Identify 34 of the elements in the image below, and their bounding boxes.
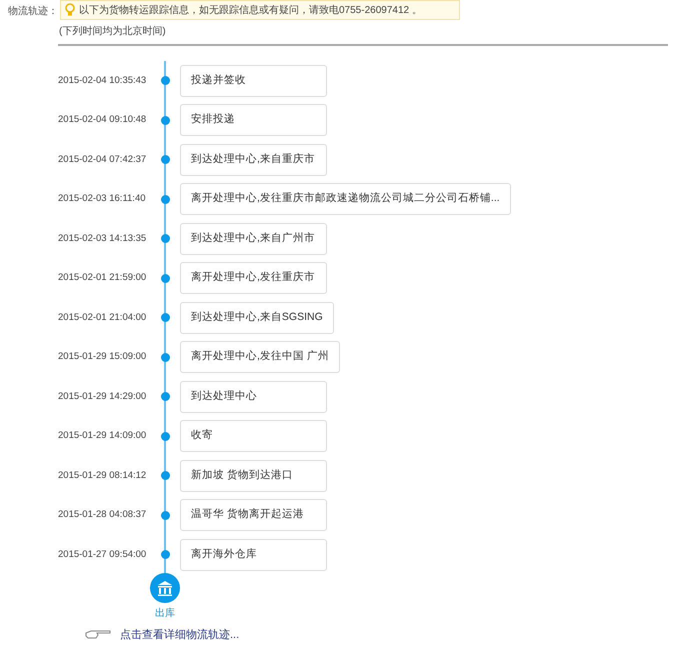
details-link[interactable]: 点击查看详细物流轨迹...	[120, 626, 240, 643]
section-label: 物流轨迹：	[8, 4, 58, 19]
event-card: 离开处理中心,发往重庆市邮政速递物流公司城二分公司石桥铺...	[180, 183, 511, 216]
event-card: 到达处理中心,来自重庆市	[180, 144, 327, 176]
event-time: 2015-01-29 14:29:00	[58, 390, 148, 404]
event-time: 2015-02-01 21:59:00	[58, 271, 148, 286]
event-card: 到达处理中心,来自SGSING	[180, 302, 334, 334]
event-time: 2015-01-29 08:14:12	[58, 468, 148, 483]
event-time: 2015-02-04 10:35:43	[58, 74, 148, 88]
event-card: 投递并签收	[180, 64, 327, 97]
event-card: 安排投递	[180, 104, 327, 136]
event-card: 离开海外仓库	[180, 538, 327, 571]
event-card: 到达处理中心,来自广州市	[180, 222, 327, 255]
event-time: 2015-02-03 16:11:40	[58, 192, 147, 206]
timezone-note: (下列时间均为北京时间)	[59, 24, 167, 39]
event-card: 到达处理中心	[180, 380, 327, 413]
event-time: 2015-02-04 07:42:37	[58, 152, 148, 167]
event-card: 离开处理中心,发往重庆市	[180, 262, 327, 294]
event-time: 2015-01-29 14:09:00	[58, 429, 148, 444]
event-card: 离开处理中心,发往中国 广州	[180, 341, 340, 374]
event-time: 2015-01-27 09:54:00	[58, 548, 148, 562]
event-time: 2015-01-28 04:08:37	[58, 508, 148, 522]
event-card: 新加坡 货物到达港口	[180, 460, 327, 492]
event-time: 2015-01-29 15:09:00	[58, 350, 148, 364]
event-time: 2015-02-04 09:10:48	[58, 113, 148, 128]
event-card: 温哥华 货物离开起运港	[180, 499, 327, 532]
notice-text: 以下为货物转运跟踪信息，如无跟踪信息或有疑问，请致电0755-26097412 。	[79, 4, 422, 18]
end-label: 出库	[155, 606, 175, 620]
event-time: 2015-02-03 14:13:35	[58, 232, 148, 246]
event-time: 2015-02-01 21:04:00	[58, 310, 148, 325]
event-card: 收寄	[180, 420, 327, 452]
pointing-hand-icon	[85, 629, 112, 640]
lightbulb-icon	[65, 3, 75, 17]
warehouse-icon	[150, 572, 180, 602]
